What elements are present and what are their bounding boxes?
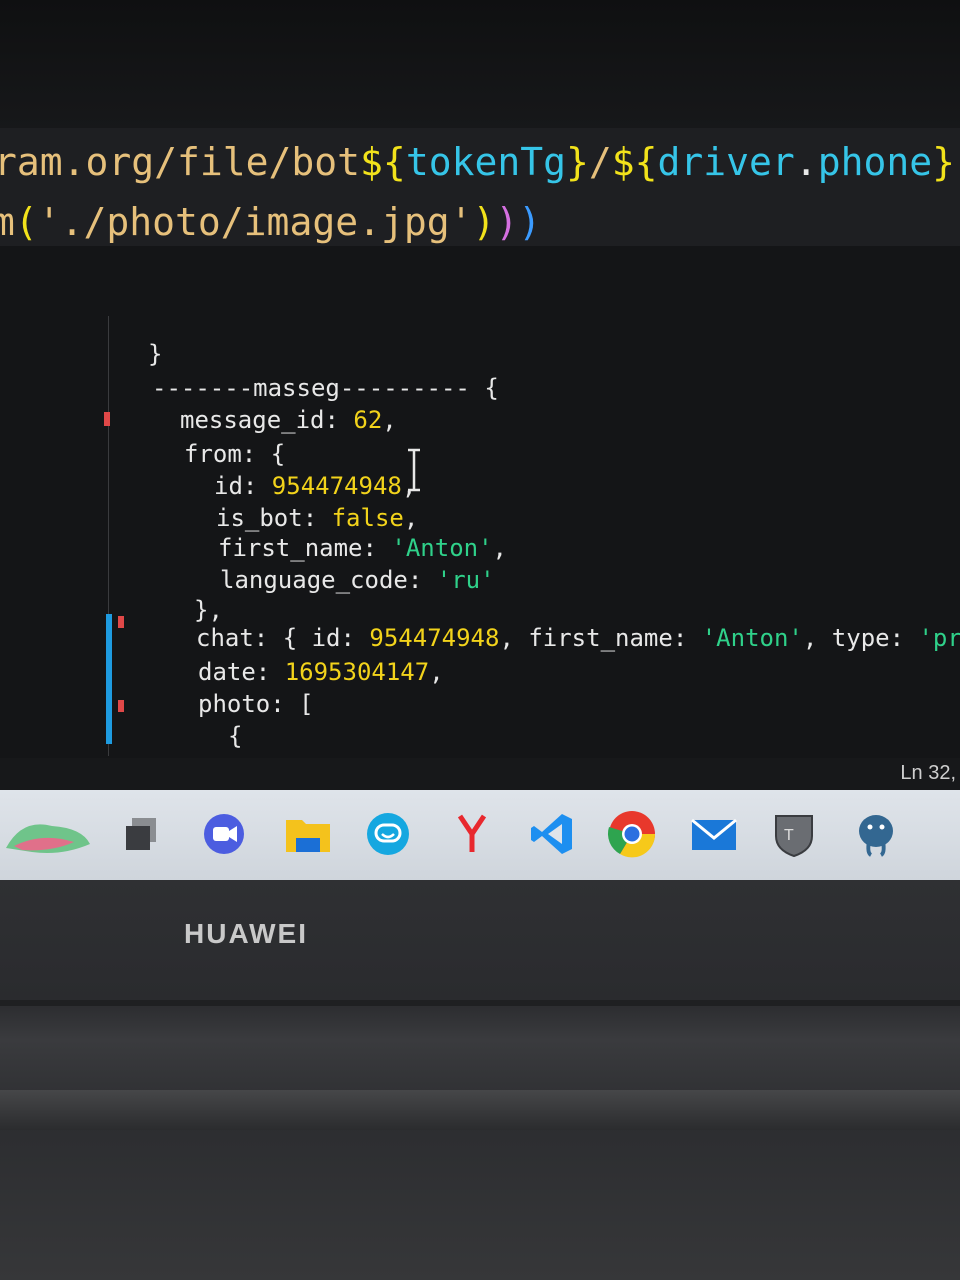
- terminal-line: chat: { id: 954474948, first_name: 'Anto…: [196, 624, 960, 652]
- change-marker: [104, 412, 110, 426]
- code-string: /: [588, 140, 612, 184]
- mail-icon[interactable]: [688, 808, 740, 860]
- widgets-icon[interactable]: [2, 808, 94, 860]
- terminal-line: },: [194, 596, 223, 624]
- terminal-line: first_name: 'Anton',: [218, 534, 507, 562]
- code-dot: .: [794, 140, 818, 184]
- chat-app-icon[interactable]: [362, 808, 414, 860]
- paren: ): [495, 200, 519, 244]
- key: photo: [: [198, 690, 314, 718]
- zoom-meet-icon[interactable]: [198, 808, 250, 860]
- task-view-icon[interactable]: [116, 808, 168, 860]
- yandex-browser-icon[interactable]: [446, 808, 498, 860]
- paren: ): [472, 200, 496, 244]
- punct: ,: [429, 658, 444, 686]
- text-cursor-icon: [408, 448, 420, 492]
- terminal-line: }: [148, 340, 162, 368]
- terminal-line: {: [228, 722, 242, 750]
- template-var: phone: [817, 140, 933, 184]
- change-marker: [106, 614, 112, 744]
- key: , first_name:: [499, 624, 702, 652]
- punct: ,: [382, 406, 397, 434]
- laptop-hinge: [0, 1000, 960, 1006]
- number-value: 954474948: [369, 624, 500, 652]
- terminal-line: is_bot: false,: [216, 504, 418, 532]
- terminal-line: from: {: [184, 440, 285, 468]
- key: date:: [198, 658, 285, 686]
- laptop-bezel: [0, 880, 960, 1280]
- terminal-line: photo: [: [198, 690, 314, 718]
- change-marker: [118, 616, 124, 628]
- taskbar: T: [0, 790, 960, 880]
- template-var: tokenTg: [405, 140, 566, 184]
- number-value: 954474948: [271, 472, 402, 500]
- terminal-line: message_id: 62,: [180, 406, 397, 434]
- string-value: 'Anton': [701, 624, 803, 652]
- template-open: ${: [360, 140, 406, 184]
- code-string: './photo/image.jpg': [37, 200, 473, 244]
- screen-top-dark-area: [0, 0, 960, 130]
- laptop-screen: ram.org/file/bot${tokenTg}/${driver.phon…: [0, 0, 960, 880]
- code-line-url[interactable]: ram.org/file/bot${tokenTg}/${driver.phon…: [0, 140, 955, 184]
- code-identifier: m: [0, 200, 15, 244]
- punct: ,: [403, 504, 419, 532]
- code-line-stream[interactable]: m('./photo/image.jpg'))): [0, 200, 541, 244]
- terminal-line: -------masseg--------- {: [152, 374, 499, 402]
- brand-logo: HUAWEI: [184, 918, 308, 949]
- key: id:: [214, 472, 272, 500]
- paren: (: [14, 200, 38, 244]
- vscode-icon[interactable]: [526, 808, 578, 860]
- template-open: ${: [611, 140, 658, 184]
- template-close: }: [932, 140, 955, 184]
- boolean-value: false: [331, 504, 404, 532]
- string-value: 'priva: [918, 624, 960, 652]
- file-explorer-icon[interactable]: [282, 808, 334, 860]
- number-value: 1695304147: [284, 658, 430, 686]
- template-close: }: [565, 140, 589, 184]
- brace: }: [148, 340, 163, 368]
- key: message_id:: [180, 406, 354, 434]
- terminal-line: date: 1695304147,: [198, 658, 444, 686]
- template-var: driver: [657, 140, 795, 184]
- brace: {: [469, 374, 499, 402]
- change-marker: [118, 700, 124, 712]
- terminal-line: id: 954474948,: [214, 472, 416, 500]
- chrome-icon[interactable]: [606, 808, 658, 860]
- keyboard-deck-edge: [0, 1090, 960, 1130]
- postgresql-icon[interactable]: [850, 808, 902, 860]
- string-value: 'Anton': [391, 534, 493, 562]
- terminal-line: language_code: 'ru': [220, 566, 495, 594]
- brace: },: [194, 596, 223, 624]
- log-header: -------masseg---------: [152, 374, 470, 402]
- number-value: 62: [353, 406, 383, 434]
- paren: ): [518, 200, 542, 244]
- key: language_code:: [220, 566, 437, 594]
- status-bar: Ln 32,: [0, 758, 960, 790]
- key: from: {: [184, 440, 286, 468]
- key: is_bot:: [216, 504, 332, 532]
- tanks-game-icon[interactable]: T: [768, 808, 820, 860]
- key: first_name:: [218, 534, 392, 562]
- terminal-panel[interactable]: } -------masseg--------- { message_id: 6…: [0, 246, 960, 758]
- key: chat: { id:: [196, 624, 370, 652]
- code-editor[interactable]: ram.org/file/bot${tokenTg}/${driver.phon…: [0, 128, 960, 246]
- brace: {: [228, 722, 243, 750]
- key: , type:: [802, 624, 919, 652]
- cursor-position[interactable]: Ln 32,: [900, 762, 956, 785]
- string-value: 'ru': [436, 566, 495, 594]
- svg-text:T: T: [784, 827, 794, 844]
- punct: ,: [492, 534, 507, 562]
- code-string: ram.org/file/bot: [0, 140, 361, 184]
